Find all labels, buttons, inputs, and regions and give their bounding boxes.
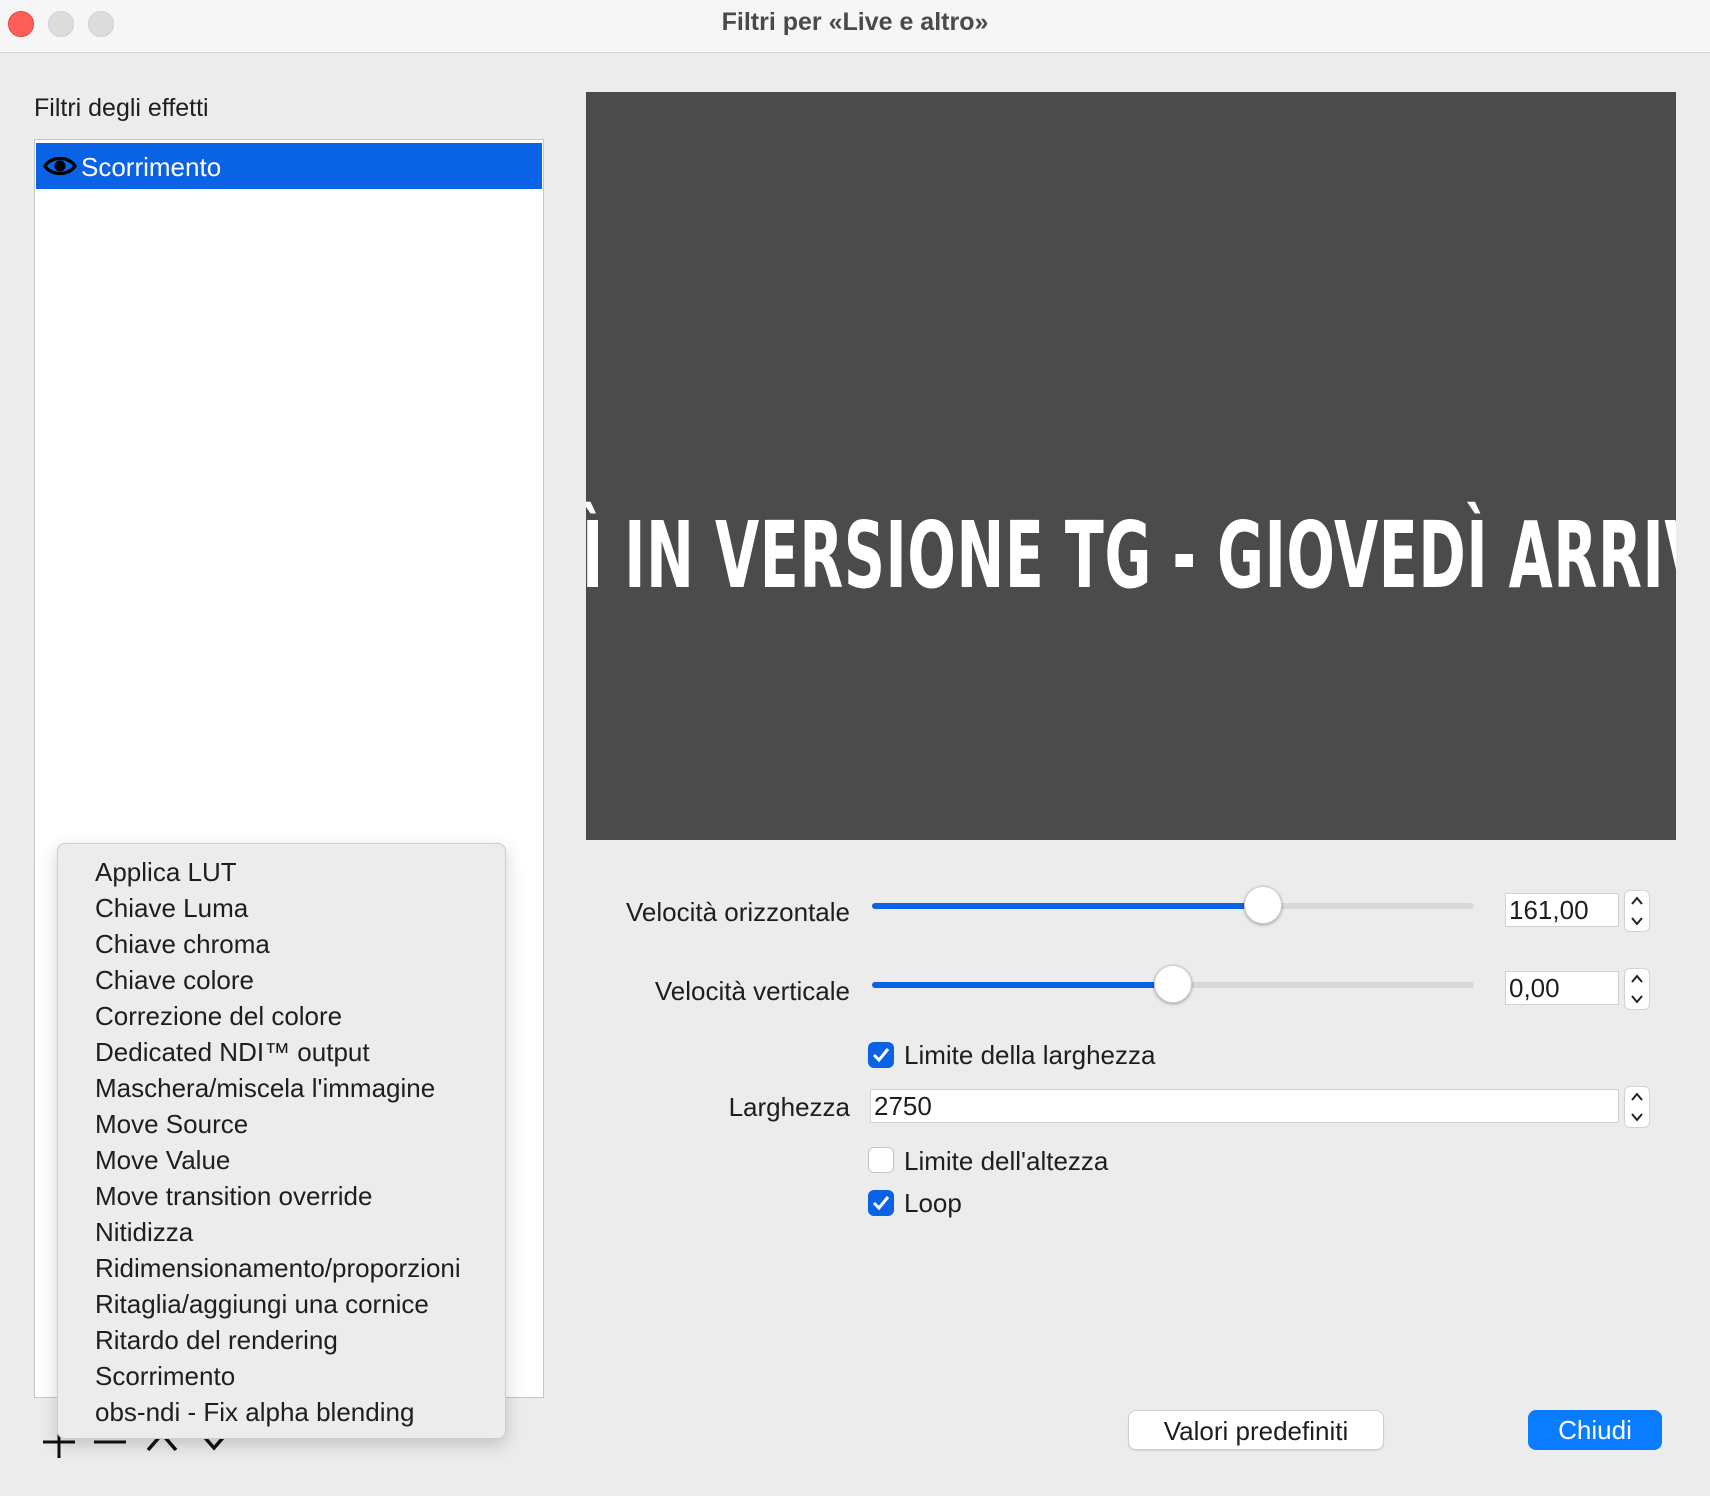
chevron-up-icon[interactable] [1629,893,1645,909]
filter-item-label: Scorrimento [81,152,222,182]
width-label: Larghezza [728,1092,850,1122]
menu-item-move-source[interactable]: Move Source [95,1109,248,1140]
add-filter-menu[interactable]: Applica LUT Chiave Luma Chiave chroma Ch… [57,843,506,1439]
v-speed-stepper[interactable] [1624,968,1650,1010]
h-speed-input[interactable]: 161,00 [1505,893,1619,927]
loop-label[interactable]: Loop [904,1188,962,1219]
preview-canvas: DÌ IN VERSIONE TG - GIOVEDÌ ARRIV [586,92,1676,840]
chevron-up-icon[interactable] [1629,1089,1645,1105]
h-speed-slider[interactable] [872,886,1474,924]
title-bar: Filtri per «Live e altro» [0,0,1710,53]
menu-item-applica-lut[interactable]: Applica LUT [95,857,237,888]
menu-item-chiave-chroma[interactable]: Chiave chroma [95,929,270,960]
defaults-button[interactable]: Valori predefiniti [1128,1410,1384,1450]
h-speed-slider-fill [872,903,1264,909]
menu-item-move-transition-override[interactable]: Move transition override [95,1181,372,1212]
menu-item-maschera-miscela[interactable]: Maschera/miscela l'immagine [95,1073,435,1104]
loop-checkbox[interactable] [868,1190,894,1216]
preview-scrolling-text: DÌ IN VERSIONE TG - GIOVEDÌ ARRIV [586,502,1676,609]
v-speed-input[interactable]: 0,00 [1505,971,1619,1005]
h-speed-stepper[interactable] [1624,890,1650,932]
v-speed-slider-knob[interactable] [1154,965,1192,1003]
menu-item-dedicated-ndi-output[interactable]: Dedicated NDI™ output [95,1037,370,1068]
menu-item-scorrimento[interactable]: Scorrimento [95,1361,235,1392]
v-speed-label: Velocità verticale [654,976,850,1006]
menu-item-nitidizza[interactable]: Nitidizza [95,1217,193,1248]
menu-item-chiave-colore[interactable]: Chiave colore [95,965,254,996]
eye-icon[interactable] [43,151,77,181]
menu-item-chiave-luma[interactable]: Chiave Luma [95,893,248,924]
close-button[interactable]: Chiudi [1528,1410,1662,1450]
width-input[interactable]: 2750 [870,1089,1619,1123]
filter-item-scorrimento[interactable]: Scorrimento [36,143,542,189]
menu-item-correzione-colore[interactable]: Correzione del colore [95,1001,342,1032]
h-speed-slider-knob[interactable] [1244,886,1283,924]
v-speed-slider[interactable] [872,965,1474,1003]
checkmark-icon [872,1048,890,1063]
limit-width-checkbox[interactable] [868,1042,894,1068]
chevron-down-icon[interactable] [1629,913,1645,929]
menu-item-move-value[interactable]: Move Value [95,1145,230,1176]
chevron-down-icon[interactable] [1629,1109,1645,1125]
window-title: Filtri per «Live e altro» [721,8,989,36]
chevron-down-icon[interactable] [1629,991,1645,1007]
menu-item-ridimensionamento[interactable]: Ridimensionamento/proporzioni [95,1253,461,1284]
limit-width-label[interactable]: Limite della larghezza [904,1040,1155,1071]
filters-panel-label: Filtri degli effetti [34,94,209,122]
chevron-up-icon[interactable] [1629,971,1645,987]
limit-height-checkbox[interactable] [868,1147,894,1173]
menu-item-ritaglia[interactable]: Ritaglia/aggiungi una cornice [95,1289,429,1320]
checkmark-icon [872,1196,890,1211]
limit-height-label[interactable]: Limite dell'altezza [904,1146,1108,1177]
menu-item-ritardo-rendering[interactable]: Ritardo del rendering [95,1325,338,1356]
width-stepper[interactable] [1624,1086,1650,1128]
menu-item-obs-ndi-fix-alpha[interactable]: obs-ndi - Fix alpha blending [95,1397,414,1428]
v-speed-slider-fill [872,982,1173,988]
h-speed-label: Velocità orizzontale [625,897,850,927]
